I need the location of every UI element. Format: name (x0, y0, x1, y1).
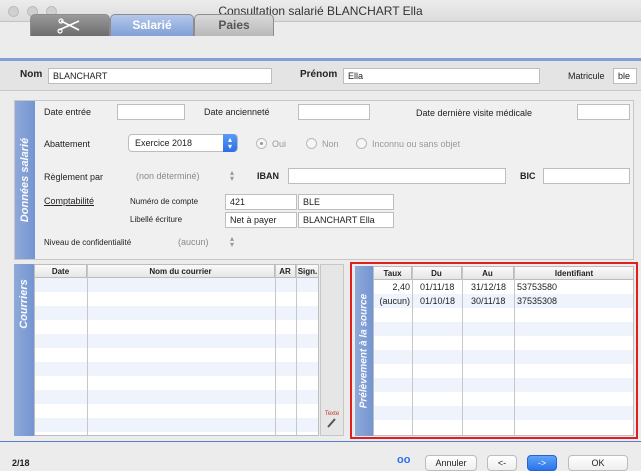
donnees-salarie-title: Données salarié (19, 137, 31, 223)
column-divider (87, 265, 88, 435)
stepper-icon: ▴ ▾ (230, 168, 235, 183)
date-entree-field[interactable] (117, 104, 185, 120)
matricule-label: Matricule (568, 71, 605, 81)
date-anciennete-label: Date ancienneté (204, 107, 270, 117)
nom-field[interactable]: BLANCHART (48, 68, 272, 84)
matricule-field[interactable]: ble (613, 68, 637, 84)
bic-field[interactable] (543, 168, 630, 184)
radio-inconnu[interactable] (356, 138, 367, 149)
column-header-date[interactable]: Date (35, 265, 87, 278)
abattement-popup[interactable]: Exercice 2018 ▴ ▾ (128, 134, 238, 152)
courriers-table[interactable]: Date Nom du courrier AR Sign. (34, 264, 319, 436)
donnees-salarie-sidebar: Données salarié (15, 101, 35, 259)
tab-salarie[interactable]: Salarié (110, 14, 194, 36)
numero-compte-label: Numéro de compte (130, 197, 199, 206)
glasses-icon[interactable]: oo (397, 454, 410, 466)
abattement-label: Abattement (44, 139, 91, 149)
visite-medicale-label: Date dernière visite médicale (416, 108, 533, 118)
prenom-label: Prénom (300, 69, 338, 80)
libelle-name-field[interactable]: BLANCHART Ella (298, 212, 394, 228)
reglement-label: Règlement par (44, 172, 104, 182)
bic-label: BIC (520, 171, 536, 181)
courriers-tools: Texte (320, 264, 344, 436)
date-anciennete-field[interactable] (298, 104, 370, 120)
tab-tools[interactable] (30, 14, 110, 36)
numero-compte-suffix-field[interactable]: BLE (298, 194, 394, 210)
table-row[interactable] (35, 376, 318, 390)
stepper-icon: ▴ ▾ (230, 234, 235, 249)
table-row[interactable] (35, 390, 318, 404)
table-row[interactable] (35, 404, 318, 418)
column-divider (275, 265, 276, 435)
table-row[interactable] (35, 418, 318, 432)
record-position: 2/18 (12, 458, 30, 468)
confidentialite-value: (aucun) (178, 237, 209, 247)
column-header-ar[interactable]: AR (275, 265, 296, 278)
iban-field[interactable] (288, 168, 506, 184)
radio-non-label: Non (322, 139, 339, 149)
table-row[interactable] (35, 348, 318, 362)
visite-medicale-field[interactable] (577, 104, 630, 120)
reglement-popup[interactable]: (non déterminé) ▴ ▾ (130, 168, 240, 186)
confidentialite-popup[interactable]: (aucun) ▴ ▾ (172, 234, 242, 252)
confidentialite-label: Niveau de confidentialité (44, 238, 132, 247)
radio-non[interactable] (306, 138, 317, 149)
previous-button[interactable]: <- (487, 455, 517, 471)
table-row[interactable] (35, 362, 318, 376)
courriers-sidebar: Courriers (14, 264, 34, 436)
texte-button[interactable]: Texte (321, 411, 343, 431)
reglement-value: (non déterminé) (136, 171, 200, 181)
table-row[interactable] (35, 278, 318, 292)
radio-inconnu-label: Inconnu ou sans objet (372, 139, 461, 149)
courriers-title: Courriers (18, 279, 30, 329)
column-divider (296, 265, 297, 435)
next-button[interactable]: -> (527, 455, 557, 471)
table-row[interactable] (35, 306, 318, 320)
radio-oui[interactable] (256, 138, 267, 149)
libelle-ecriture-label: Libellé écriture (130, 215, 183, 224)
libelle-ecriture-field[interactable]: Net à payer (225, 212, 297, 228)
abattement-value: Exercice 2018 (135, 138, 193, 148)
comptabilite-link[interactable]: Comptabilité (44, 196, 94, 206)
date-entree-label: Date entrée (44, 107, 92, 117)
column-header-nom-courrier[interactable]: Nom du courrier (87, 265, 275, 278)
tab-paies[interactable]: Paies (194, 14, 274, 36)
table-row[interactable] (35, 292, 318, 306)
annuler-button[interactable]: Annuler (425, 455, 477, 471)
numero-compte-field[interactable]: 421 (225, 194, 297, 210)
table-row[interactable] (35, 334, 318, 348)
prenom-field[interactable]: Ella (343, 68, 540, 84)
scissors-icon (57, 18, 80, 34)
ok-button[interactable]: OK (568, 455, 628, 471)
pencil-icon (327, 418, 336, 428)
stepper-icon: ▴ ▾ (223, 134, 237, 152)
table-row[interactable] (35, 320, 318, 334)
highlight-frame (350, 262, 638, 439)
nom-label: Nom (20, 69, 43, 80)
radio-oui-label: Oui (272, 139, 287, 149)
column-header-sign[interactable]: Sign. (296, 265, 318, 278)
iban-label: IBAN (257, 171, 279, 181)
